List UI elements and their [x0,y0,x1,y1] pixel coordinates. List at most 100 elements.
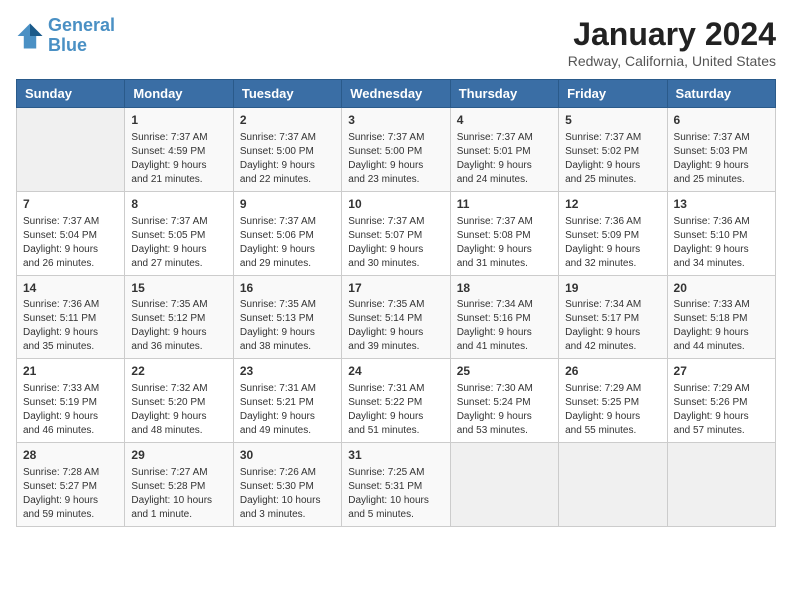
calendar-cell: 12Sunrise: 7:36 AMSunset: 5:09 PMDayligh… [559,191,667,275]
calendar-week-1: 1 Sunrise: 7:37 AMSunset: 4:59 PMDaylight… [17,108,776,192]
logo-line1: General [48,15,115,35]
day-info: Sunrise: 7:37 AMSunset: 5:06 PMDaylight:… [240,215,335,271]
day-number: 30 [240,447,335,464]
day-info: Sunrise: 7:33 AMSunset: 5:18 PMDaylight:… [674,298,769,354]
calendar-cell: 16Sunrise: 7:35 AMSunset: 5:13 PMDayligh… [233,275,341,359]
calendar-cell: 26Sunrise: 7:29 AMSunset: 5:25 PMDayligh… [559,359,667,443]
day-info: Sunrise: 7:31 AMSunset: 5:21 PMDaylight:… [240,382,335,438]
calendar-cell: 7 Sunrise: 7:37 AMSunset: 5:04 PMDaylight… [17,191,125,275]
calendar-cell: 14Sunrise: 7:36 AMSunset: 5:11 PMDayligh… [17,275,125,359]
calendar-cell: 17Sunrise: 7:35 AMSunset: 5:14 PMDayligh… [342,275,450,359]
calendar-cell: 10Sunrise: 7:37 AMSunset: 5:07 PMDayligh… [342,191,450,275]
day-info: Sunrise: 7:36 AMSunset: 5:09 PMDaylight:… [565,215,660,271]
calendar-cell: 29 Sunrise: 7:27 AMSunset: 5:28 PMDayligh… [125,443,233,527]
day-info: Sunrise: 7:35 AMSunset: 5:13 PMDaylight:… [240,298,335,354]
day-number: 6 [674,112,769,129]
day-number: 31 [348,447,443,464]
day-info: Sunrise: 7:26 AMSunset: 5:30 PMDaylight:… [240,466,335,522]
day-info: Sunrise: 7:29 AMSunset: 5:26 PMDaylight:… [674,382,769,438]
day-number: 7 [23,196,118,213]
calendar-cell: 6Sunrise: 7:37 AMSunset: 5:03 PMDaylight… [667,108,775,192]
calendar-cell: 20Sunrise: 7:33 AMSunset: 5:18 PMDayligh… [667,275,775,359]
day-info: Sunrise: 7:37 AMSunset: 4:59 PMDaylight:… [131,131,226,187]
header-thursday: Thursday [450,80,558,108]
calendar-cell [667,443,775,527]
day-info: Sunrise: 7:36 AMSunset: 5:11 PMDaylight:… [23,298,118,354]
calendar-week-5: 28 Sunrise: 7:28 AMSunset: 5:27 PMDayligh… [17,443,776,527]
logo-line2: Blue [48,35,87,55]
day-number: 19 [565,280,660,297]
day-info: Sunrise: 7:36 AMSunset: 5:10 PMDaylight:… [674,215,769,271]
title-block: January 2024 Redway, California, United … [568,16,776,69]
day-info: Sunrise: 7:27 AMSunset: 5:28 PMDaylight:… [131,466,226,522]
header-saturday: Saturday [667,80,775,108]
calendar-cell: 1 Sunrise: 7:37 AMSunset: 4:59 PMDaylight… [125,108,233,192]
calendar-cell: 28 Sunrise: 7:28 AMSunset: 5:27 PMDayligh… [17,443,125,527]
day-number: 3 [348,112,443,129]
calendar-week-3: 14Sunrise: 7:36 AMSunset: 5:11 PMDayligh… [17,275,776,359]
header-wednesday: Wednesday [342,80,450,108]
day-info: Sunrise: 7:34 AMSunset: 5:16 PMDaylight:… [457,298,552,354]
day-number: 27 [674,363,769,380]
day-info: Sunrise: 7:31 AMSunset: 5:22 PMDaylight:… [348,382,443,438]
day-info: Sunrise: 7:37 AMSunset: 5:01 PMDaylight:… [457,131,552,187]
calendar-cell: 19Sunrise: 7:34 AMSunset: 5:17 PMDayligh… [559,275,667,359]
day-number: 29 [131,447,226,464]
calendar-cell: 5Sunrise: 7:37 AMSunset: 5:02 PMDaylight… [559,108,667,192]
header-monday: Monday [125,80,233,108]
day-number: 11 [457,196,552,213]
day-info: Sunrise: 7:37 AMSunset: 5:00 PMDaylight:… [348,131,443,187]
day-number: 17 [348,280,443,297]
logo: General Blue [16,16,115,56]
header-sunday: Sunday [17,80,125,108]
calendar-cell: 3 Sunrise: 7:37 AMSunset: 5:00 PMDaylight… [342,108,450,192]
calendar-header-row: SundayMondayTuesdayWednesdayThursdayFrid… [17,80,776,108]
day-info: Sunrise: 7:37 AMSunset: 5:07 PMDaylight:… [348,215,443,271]
day-number: 20 [674,280,769,297]
day-number: 13 [674,196,769,213]
day-number: 9 [240,196,335,213]
calendar-week-4: 21 Sunrise: 7:33 AMSunset: 5:19 PMDayligh… [17,359,776,443]
page-title: January 2024 [568,16,776,53]
calendar-cell: 21 Sunrise: 7:33 AMSunset: 5:19 PMDayligh… [17,359,125,443]
logo-icon [16,22,44,50]
day-info: Sunrise: 7:37 AMSunset: 5:04 PMDaylight:… [23,215,118,271]
day-number: 5 [565,112,660,129]
calendar-cell: 11 Sunrise: 7:37 AMSunset: 5:08 PMDayligh… [450,191,558,275]
header-tuesday: Tuesday [233,80,341,108]
day-info: Sunrise: 7:35 AMSunset: 5:12 PMDaylight:… [131,298,226,354]
calendar-cell: 27 Sunrise: 7:29 AMSunset: 5:26 PMDayligh… [667,359,775,443]
day-number: 15 [131,280,226,297]
day-number: 2 [240,112,335,129]
calendar-cell: 23 Sunrise: 7:31 AMSunset: 5:21 PMDayligh… [233,359,341,443]
day-info: Sunrise: 7:33 AMSunset: 5:19 PMDaylight:… [23,382,118,438]
day-info: Sunrise: 7:25 AMSunset: 5:31 PMDaylight:… [348,466,443,522]
day-number: 4 [457,112,552,129]
day-number: 8 [131,196,226,213]
day-number: 28 [23,447,118,464]
calendar-cell: 9 Sunrise: 7:37 AMSunset: 5:06 PMDaylight… [233,191,341,275]
day-number: 21 [23,363,118,380]
day-info: Sunrise: 7:37 AMSunset: 5:05 PMDaylight:… [131,215,226,271]
day-number: 23 [240,363,335,380]
calendar-cell: 24 Sunrise: 7:31 AMSunset: 5:22 PMDayligh… [342,359,450,443]
calendar-cell: 15Sunrise: 7:35 AMSunset: 5:12 PMDayligh… [125,275,233,359]
day-info: Sunrise: 7:29 AMSunset: 5:25 PMDaylight:… [565,382,660,438]
calendar-cell: 18Sunrise: 7:34 AMSunset: 5:16 PMDayligh… [450,275,558,359]
calendar-cell: 22Sunrise: 7:32 AMSunset: 5:20 PMDayligh… [125,359,233,443]
page-header: General Blue January 2024 Redway, Califo… [16,16,776,69]
day-number: 16 [240,280,335,297]
calendar-cell: 8 Sunrise: 7:37 AMSunset: 5:05 PMDaylight… [125,191,233,275]
calendar-cell: 25Sunrise: 7:30 AMSunset: 5:24 PMDayligh… [450,359,558,443]
day-info: Sunrise: 7:32 AMSunset: 5:20 PMDaylight:… [131,382,226,438]
calendar-cell: 4 Sunrise: 7:37 AMSunset: 5:01 PMDaylight… [450,108,558,192]
day-info: Sunrise: 7:35 AMSunset: 5:14 PMDaylight:… [348,298,443,354]
calendar-cell [17,108,125,192]
day-number: 24 [348,363,443,380]
day-info: Sunrise: 7:37 AMSunset: 5:08 PMDaylight:… [457,215,552,271]
day-number: 1 [131,112,226,129]
calendar-cell [450,443,558,527]
day-number: 18 [457,280,552,297]
day-info: Sunrise: 7:28 AMSunset: 5:27 PMDaylight:… [23,466,118,522]
calendar-week-2: 7 Sunrise: 7:37 AMSunset: 5:04 PMDaylight… [17,191,776,275]
